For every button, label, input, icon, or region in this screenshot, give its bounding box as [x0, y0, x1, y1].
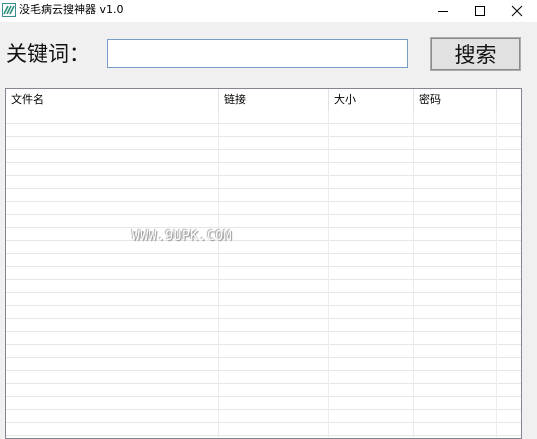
keyword-input[interactable]	[107, 39, 408, 68]
list-body[interactable]: WWW.9UPK.COM	[6, 111, 521, 438]
maximize-icon	[474, 6, 485, 16]
close-button[interactable]	[499, 0, 534, 22]
column-divider	[496, 111, 497, 438]
maximize-button[interactable]	[462, 0, 497, 22]
results-list[interactable]: 文件名 链接 大小 密码 WWW.9UPK.COM	[5, 88, 522, 439]
column-divider	[218, 111, 219, 438]
title-bar: 没毛病云搜神器 v1.0	[0, 0, 537, 22]
minimize-icon	[437, 11, 448, 12]
window-title: 没毛病云搜神器 v1.0	[19, 3, 124, 16]
watermark-text: WWW.9UPK.COM	[132, 229, 232, 244]
column-divider	[413, 111, 414, 438]
column-header-link[interactable]: 链接	[219, 89, 329, 111]
column-header-password[interactable]: 密码	[414, 89, 497, 111]
search-button[interactable]: 搜索	[430, 37, 521, 71]
column-divider	[328, 111, 329, 438]
column-header-size[interactable]: 大小	[329, 89, 414, 111]
keyword-label: 关键词：	[6, 42, 90, 66]
minimize-button[interactable]	[425, 0, 460, 22]
close-icon	[511, 5, 522, 17]
column-header-filename[interactable]: 文件名	[6, 89, 219, 111]
app-logo-icon	[2, 3, 16, 17]
list-header: 文件名 链接 大小 密码	[6, 89, 521, 111]
